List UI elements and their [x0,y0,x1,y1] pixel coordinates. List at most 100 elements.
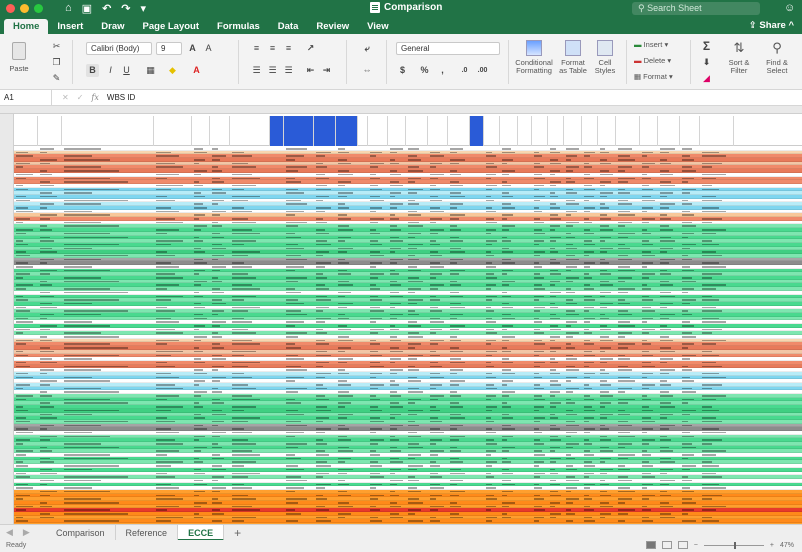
column-header-cell[interactable] [428,116,448,146]
share-button[interactable]: ⇪ Share ^ [749,20,794,31]
align-top-icon[interactable]: ≡ [250,42,263,55]
increase-indent-icon[interactable]: ⇥ [320,64,333,77]
format-cells-button[interactable]: ▦ Format ▾ [634,72,673,81]
table-rows[interactable] [14,147,802,524]
format-painter-icon[interactable]: ✎ [50,72,63,85]
bold-button[interactable]: B [86,64,99,77]
fill-color-icon[interactable]: ◆ [166,64,179,77]
tab-draw[interactable]: Draw [92,19,133,34]
column-header-cell[interactable] [658,116,680,146]
percent-format-icon[interactable]: % [418,64,431,77]
find-select-button[interactable]: ⚲ Find & Select [760,40,794,75]
insert-cells-button[interactable]: ▬ Insert ▾ [634,40,668,49]
sort-filter-button[interactable]: ⇅ Sort & Filter [724,40,754,75]
minimize-window-button[interactable] [20,4,29,13]
column-header-cell[interactable] [700,116,734,146]
align-bottom-icon[interactable]: ≡ [282,42,295,55]
orientation-icon[interactable]: ↗ [304,42,317,55]
decrease-decimal-icon[interactable]: .00 [476,64,489,77]
tab-formulas[interactable]: Formulas [208,19,269,34]
cancel-entry-icon[interactable]: ✕ [62,93,69,102]
column-header-cell[interactable] [470,116,484,146]
paste-button[interactable]: Paste [8,42,30,73]
tab-data[interactable]: Data [269,19,308,34]
page-layout-view-icon[interactable] [661,541,672,549]
formula-input[interactable]: WBS ID [107,93,135,102]
column-header-cell[interactable] [358,116,368,146]
column-header-cell[interactable] [640,116,658,146]
sheet-tab-comparison[interactable]: Comparison [46,524,116,541]
font-color-icon[interactable]: A [190,64,203,77]
align-right-icon[interactable]: ☰ [282,64,295,77]
copy-icon[interactable]: ❐ [50,56,63,69]
column-header-cell[interactable] [448,116,470,146]
number-format-select[interactable]: General [396,42,500,55]
column-header-cell[interactable] [406,116,428,146]
tab-insert[interactable]: Insert [48,19,92,34]
prev-sheet-icon[interactable]: ◀ [6,527,13,538]
tab-review[interactable]: Review [307,19,358,34]
merge-center-icon[interactable]: ⇔ [358,64,376,77]
zoom-in-icon[interactable]: + [770,542,774,549]
column-headers[interactable] [0,106,802,114]
column-header-cell[interactable] [270,116,284,146]
wrap-text-icon[interactable]: ⤶ [358,42,376,55]
clear-icon[interactable]: ◢ [700,72,713,85]
tab-view[interactable]: View [358,19,397,34]
normal-view-icon[interactable] [645,541,656,549]
font-name-select[interactable]: Calibri (Body) [86,42,152,55]
underline-button[interactable]: U [120,64,133,77]
column-header-cell[interactable] [62,116,154,146]
name-box[interactable]: A1 [0,89,52,106]
borders-icon[interactable]: ▦ [144,64,157,77]
column-header-cell[interactable] [38,116,62,146]
tab-home[interactable]: Home [4,19,49,34]
close-window-button[interactable] [6,4,15,13]
customize-icon[interactable]: ▾ [141,2,147,15]
column-header-cell[interactable] [368,116,388,146]
home-icon[interactable]: ⌂ [65,2,72,15]
column-header-cell[interactable] [548,116,564,146]
column-header-cell[interactable] [192,116,210,146]
column-header-cell[interactable] [210,116,230,146]
column-header-cell[interactable] [14,116,38,146]
row-headers[interactable] [0,114,14,524]
increase-font-icon[interactable]: A [186,42,199,55]
column-header-cell[interactable] [314,116,336,146]
column-header-cell[interactable] [336,116,358,146]
currency-format-icon[interactable]: $ [396,64,409,77]
align-left-icon[interactable]: ☰ [250,64,263,77]
align-center-icon[interactable]: ☰ [266,64,279,77]
column-header-cell[interactable] [154,116,192,146]
decrease-indent-icon[interactable]: ⇤ [304,64,317,77]
page-break-view-icon[interactable] [677,541,688,549]
zoom-out-icon[interactable]: − [694,542,698,549]
spreadsheet-grid[interactable] [0,106,802,524]
zoom-slider[interactable] [703,541,764,549]
increase-decimal-icon[interactable]: .0 [458,64,471,77]
next-sheet-icon[interactable]: ▶ [23,527,30,538]
column-header-cell[interactable] [284,116,314,146]
sheet-tab-reference[interactable]: Reference [116,524,179,541]
search-sheet-field[interactable]: ⚲ Search Sheet [632,2,760,15]
sheet-tab-ecce[interactable]: ECCE [178,524,225,541]
confirm-entry-icon[interactable]: ✓ [77,93,84,102]
save-icon[interactable]: ▣ [82,2,92,15]
cut-icon[interactable]: ✂ [50,40,63,53]
account-icon[interactable]: ☺ [784,2,796,15]
column-header-cell[interactable] [500,116,518,146]
column-header-cell[interactable] [564,116,582,146]
tab-page-layout[interactable]: Page Layout [134,19,209,34]
add-sheet-icon[interactable]: + [234,526,241,540]
redo-icon[interactable]: ↷ [121,2,130,15]
cell-styles-button[interactable]: Cell Styles [592,40,618,75]
column-header-cell[interactable] [484,116,500,146]
column-header-cell[interactable] [680,116,700,146]
column-header-cell[interactable] [582,116,598,146]
fill-icon[interactable]: ⬇ [700,56,713,69]
italic-button[interactable]: I [104,64,117,77]
comma-format-icon[interactable]: , [436,64,449,77]
function-icon[interactable]: fx [91,93,98,102]
font-size-select[interactable]: 9 [156,42,182,55]
undo-icon[interactable]: ↶ [102,2,111,15]
